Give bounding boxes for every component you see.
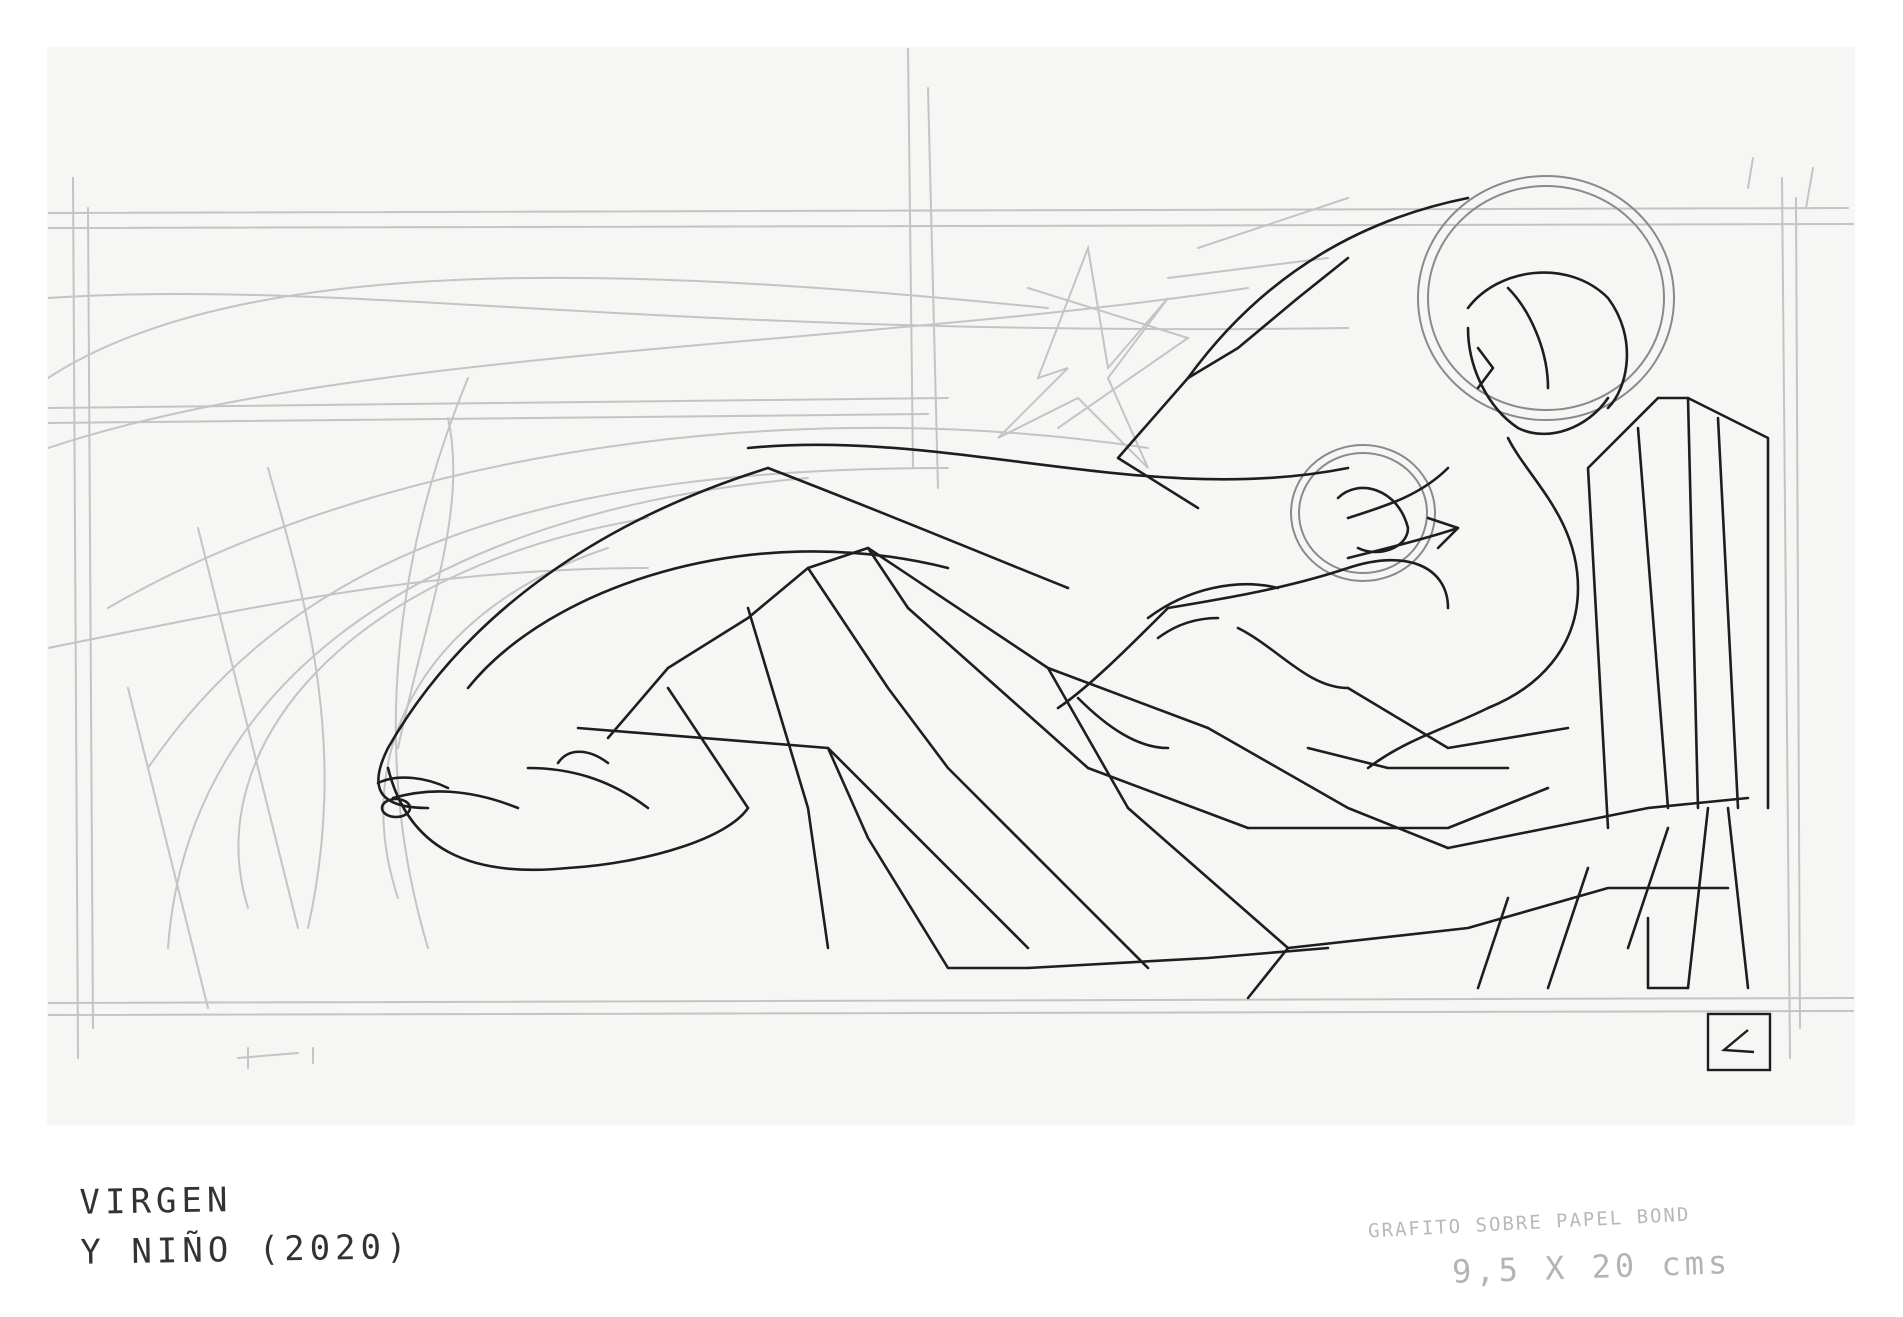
artwork-title: VIRGEN Y NIÑO (2020) [79,1172,412,1278]
pencil-drawing [48,48,1854,1072]
dimensions-label: 9,5 X 20 cms [1451,1243,1732,1291]
title-line-1: VIRGEN [79,1180,233,1223]
construction-lines [48,48,1854,1069]
medium-label: GRAFITO SOBRE PAPEL BOND [1367,1203,1691,1243]
title-line-2: Y NIÑO (2020) [80,1227,412,1273]
signature-mark [1706,1012,1772,1072]
halos [1290,175,1675,582]
figure-outline [376,196,1770,1000]
drawing-paper [48,48,1854,1124]
